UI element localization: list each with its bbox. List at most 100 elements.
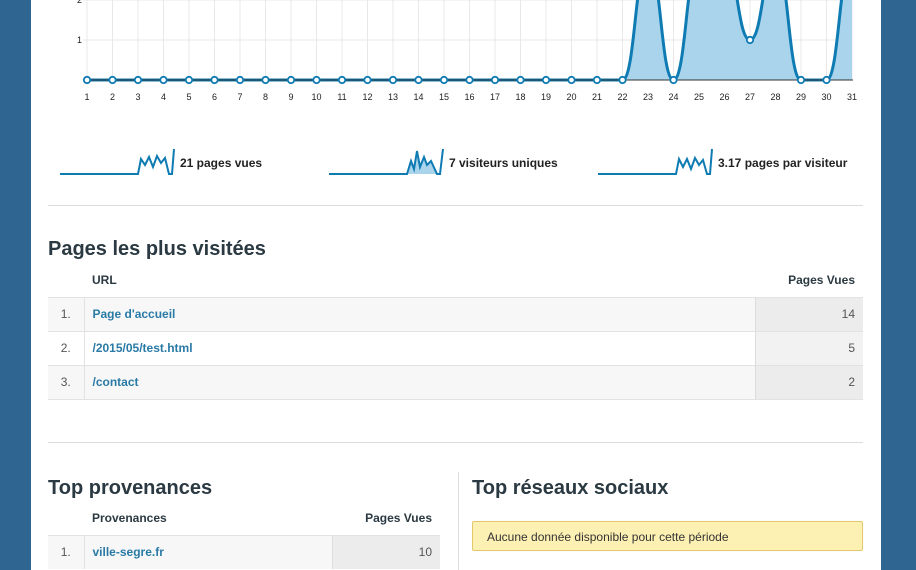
sparkline-page-views: 21 pages vues xyxy=(58,145,262,180)
x-tick-label: 28 xyxy=(770,92,780,102)
sparkline-pages-per-visitor-label: 3.17 pages par visiteur xyxy=(718,155,848,170)
x-tick-label: 12 xyxy=(362,92,372,102)
top-sources-table: Provenances Pages Vues 1. ville-segre.fr… xyxy=(48,501,440,569)
sparkline-unique-visitors-label: 7 visiteurs uniques xyxy=(449,155,558,170)
x-tick-label: 25 xyxy=(694,92,704,102)
top-pages-title: Pages les plus visitées xyxy=(48,238,266,260)
x-tick-label: 5 xyxy=(186,92,191,102)
x-tick-label: 20 xyxy=(566,92,576,102)
col-source-header: Provenances xyxy=(92,510,167,525)
chart-point xyxy=(312,75,321,85)
x-tick-label: 22 xyxy=(617,92,627,102)
chart-point xyxy=(159,75,168,85)
x-tick-label: 17 xyxy=(490,92,500,102)
chart-point xyxy=(618,75,627,85)
x-tick-label: 23 xyxy=(643,92,653,102)
x-tick-label: 4 xyxy=(161,92,166,102)
x-tick-label: 24 xyxy=(668,92,678,102)
summary-sparklines: 21 pages vues 7 visiteurs uniques 3.17 p… xyxy=(31,145,881,180)
column-separator xyxy=(458,472,459,570)
y-tick-label: 1 xyxy=(77,35,82,45)
top-pages-table: URL Pages Vues 1. Page d'accueil 14 2. /… xyxy=(48,263,863,400)
sparkline-pages-per-visitor: 3.17 pages par visiteur xyxy=(596,145,847,180)
sparkline-unique-visitors-graph xyxy=(329,148,444,175)
x-tick-label: 15 xyxy=(439,92,449,102)
chart-point xyxy=(388,75,398,85)
row-views: 2 xyxy=(754,364,863,400)
table-header-row: Provenances Pages Vues xyxy=(48,501,440,535)
chart-point xyxy=(108,75,117,85)
chart-point xyxy=(133,75,143,85)
sparkline-page-views-label: 21 pages vues xyxy=(180,155,263,170)
source-link[interactable]: ville-segre.fr xyxy=(93,545,164,559)
visits-chart-svg: 1 2 3 4 5 6 7 8 9 10 11 12 13 14 15 16 17 18 19 20 21 22 23 24 2… xyxy=(77,0,857,102)
x-tick-label: 21 xyxy=(592,92,602,102)
chart-point xyxy=(261,75,270,85)
chart-point xyxy=(465,75,474,85)
chart-point xyxy=(82,75,92,85)
x-tick-label: 27 xyxy=(745,92,755,102)
row-views: 5 xyxy=(754,330,863,365)
col-views-header: Pages Vues xyxy=(365,510,432,525)
sparkline-page-views-graph xyxy=(60,148,175,175)
divider xyxy=(48,205,863,206)
stats-panel: 1 2 3 4 5 6 7 8 9 10 11 12 13 14 15 16 17 18 19 20 21 22 23 24 2… xyxy=(31,0,881,570)
col-views-header: Pages Vues xyxy=(788,272,855,287)
chart-point xyxy=(235,75,245,85)
chart-point xyxy=(592,75,602,85)
chart-point xyxy=(210,75,219,85)
chart-point xyxy=(567,75,576,85)
x-tick-label: 19 xyxy=(541,92,551,102)
page-link[interactable]: /contact xyxy=(93,375,139,389)
chart-point xyxy=(363,75,372,85)
x-tick-label: 31 xyxy=(847,92,857,102)
top-social-title: Top réseaux sociaux xyxy=(472,477,669,499)
x-tick-label: 6 xyxy=(212,92,217,102)
divider xyxy=(48,442,863,443)
y-tick-label: 2 xyxy=(77,0,82,5)
x-tick-label: 3 xyxy=(135,92,140,102)
row-views: 14 xyxy=(754,296,863,331)
x-tick-label: 7 xyxy=(237,92,242,102)
x-tick-label: 9 xyxy=(288,92,293,102)
table-row: 1. ville-segre.fr 10 xyxy=(48,534,440,569)
visits-chart: 1 2 3 4 5 6 7 8 9 10 11 12 13 14 15 16 17 18 19 20 21 22 23 24 2… xyxy=(31,0,881,110)
page-link[interactable]: Page d'accueil xyxy=(93,307,176,321)
col-url-header: URL xyxy=(92,272,117,287)
x-tick-label: 29 xyxy=(796,92,806,102)
chart-point xyxy=(414,75,423,85)
x-tick-label: 13 xyxy=(388,92,398,102)
chart-point xyxy=(541,75,551,85)
x-tick-label: 11 xyxy=(337,92,346,102)
page-link[interactable]: /2015/05/test.html xyxy=(93,341,193,355)
table-row: 1. Page d'accueil 14 xyxy=(48,296,863,331)
row-rank: 1. xyxy=(48,534,85,569)
row-rank: 3. xyxy=(48,364,85,400)
chart-point xyxy=(490,75,500,85)
sparkline-pages-per-visitor-graph xyxy=(598,148,713,175)
x-tick-label: 30 xyxy=(821,92,831,102)
no-data-notice: Aucune donnée disponible pour cette péri… xyxy=(472,521,863,551)
table-header-row: URL Pages Vues xyxy=(48,263,863,297)
x-tick-label: 14 xyxy=(413,92,423,102)
row-views: 10 xyxy=(331,534,440,569)
x-tick-label: 2 xyxy=(110,92,115,102)
chart-point xyxy=(286,75,296,85)
row-rank: 2. xyxy=(48,330,85,365)
table-row: 3. /contact 2 xyxy=(48,364,863,400)
x-tick-label: 16 xyxy=(464,92,474,102)
x-tick-label: 8 xyxy=(263,92,268,102)
sparkline-unique-visitors: 7 visiteurs uniques xyxy=(327,145,558,180)
row-rank: 1. xyxy=(48,296,85,331)
x-tick-label: 26 xyxy=(719,92,729,102)
x-tick-label: 10 xyxy=(311,92,321,102)
chart-point xyxy=(822,75,831,85)
chart-point xyxy=(439,75,449,85)
chart-point xyxy=(516,75,525,85)
table-row: 2. /2015/05/test.html 5 xyxy=(48,330,863,365)
chart-point xyxy=(337,75,347,85)
top-sources-title: Top provenances xyxy=(48,477,213,499)
x-tick-label: 18 xyxy=(515,92,525,102)
chart-point xyxy=(669,75,678,85)
x-tick-label: 1 xyxy=(84,92,89,102)
